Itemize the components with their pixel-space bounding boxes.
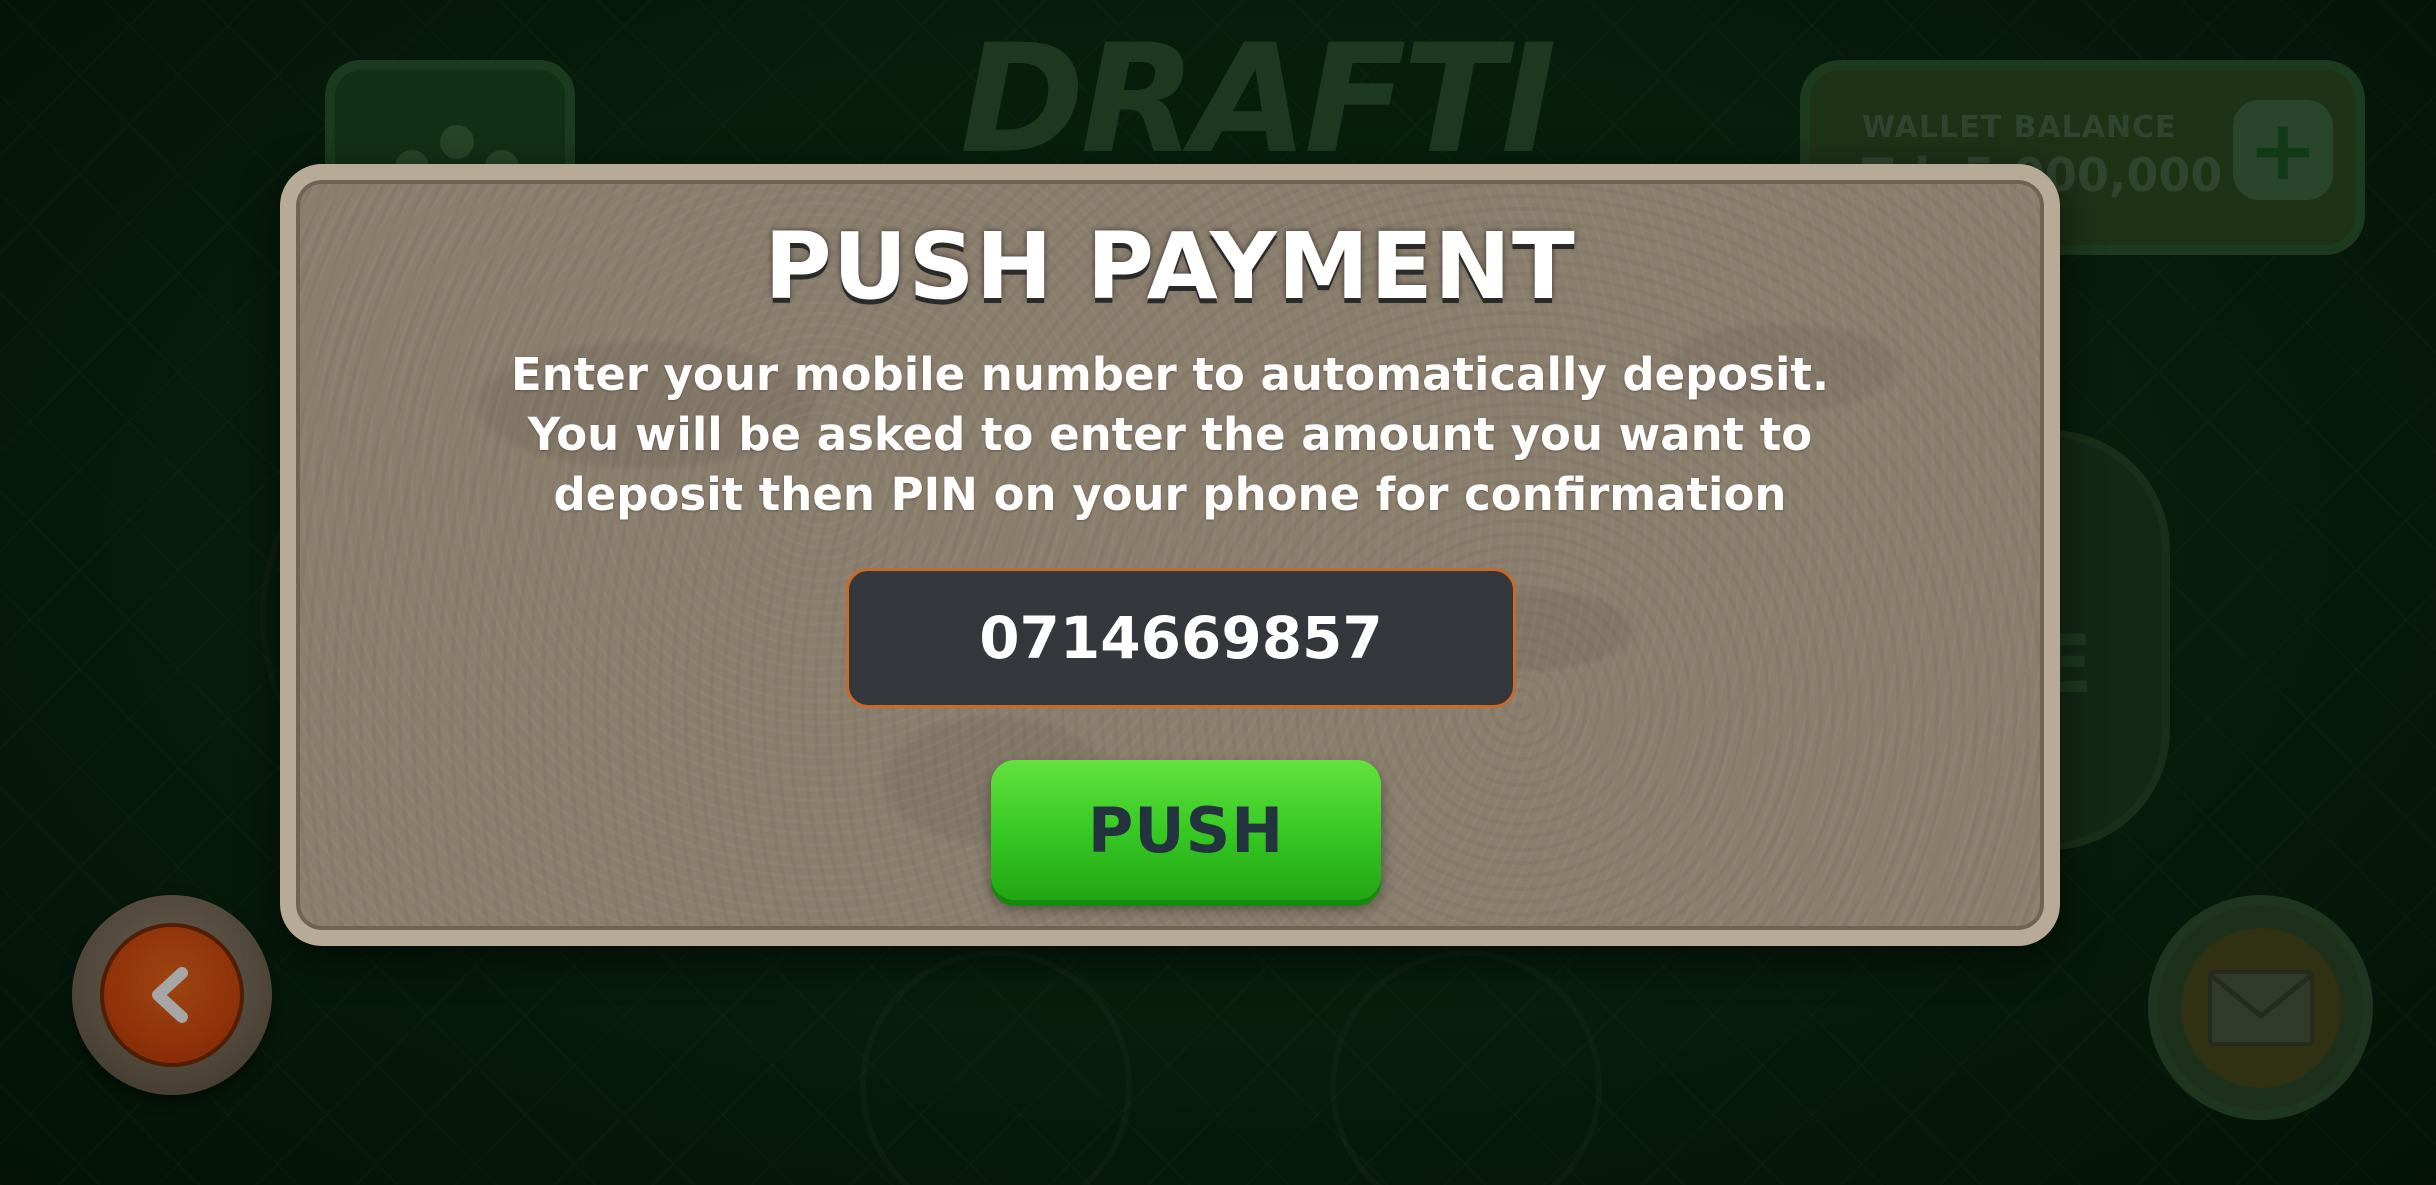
game-screen: DRAFTI WALLET BALANCE Tsh 5,000,000 + E … <box>0 0 2436 1185</box>
dialog-description: Enter your mobile number to automaticall… <box>510 348 1830 521</box>
push-button[interactable]: PUSH <box>991 760 1381 900</box>
push-payment-dialog: PUSH PAYMENT Enter your mobile number to… <box>280 164 2060 946</box>
mobile-number-input[interactable] <box>846 568 1516 708</box>
dialog-title: PUSH PAYMENT <box>764 213 1576 320</box>
